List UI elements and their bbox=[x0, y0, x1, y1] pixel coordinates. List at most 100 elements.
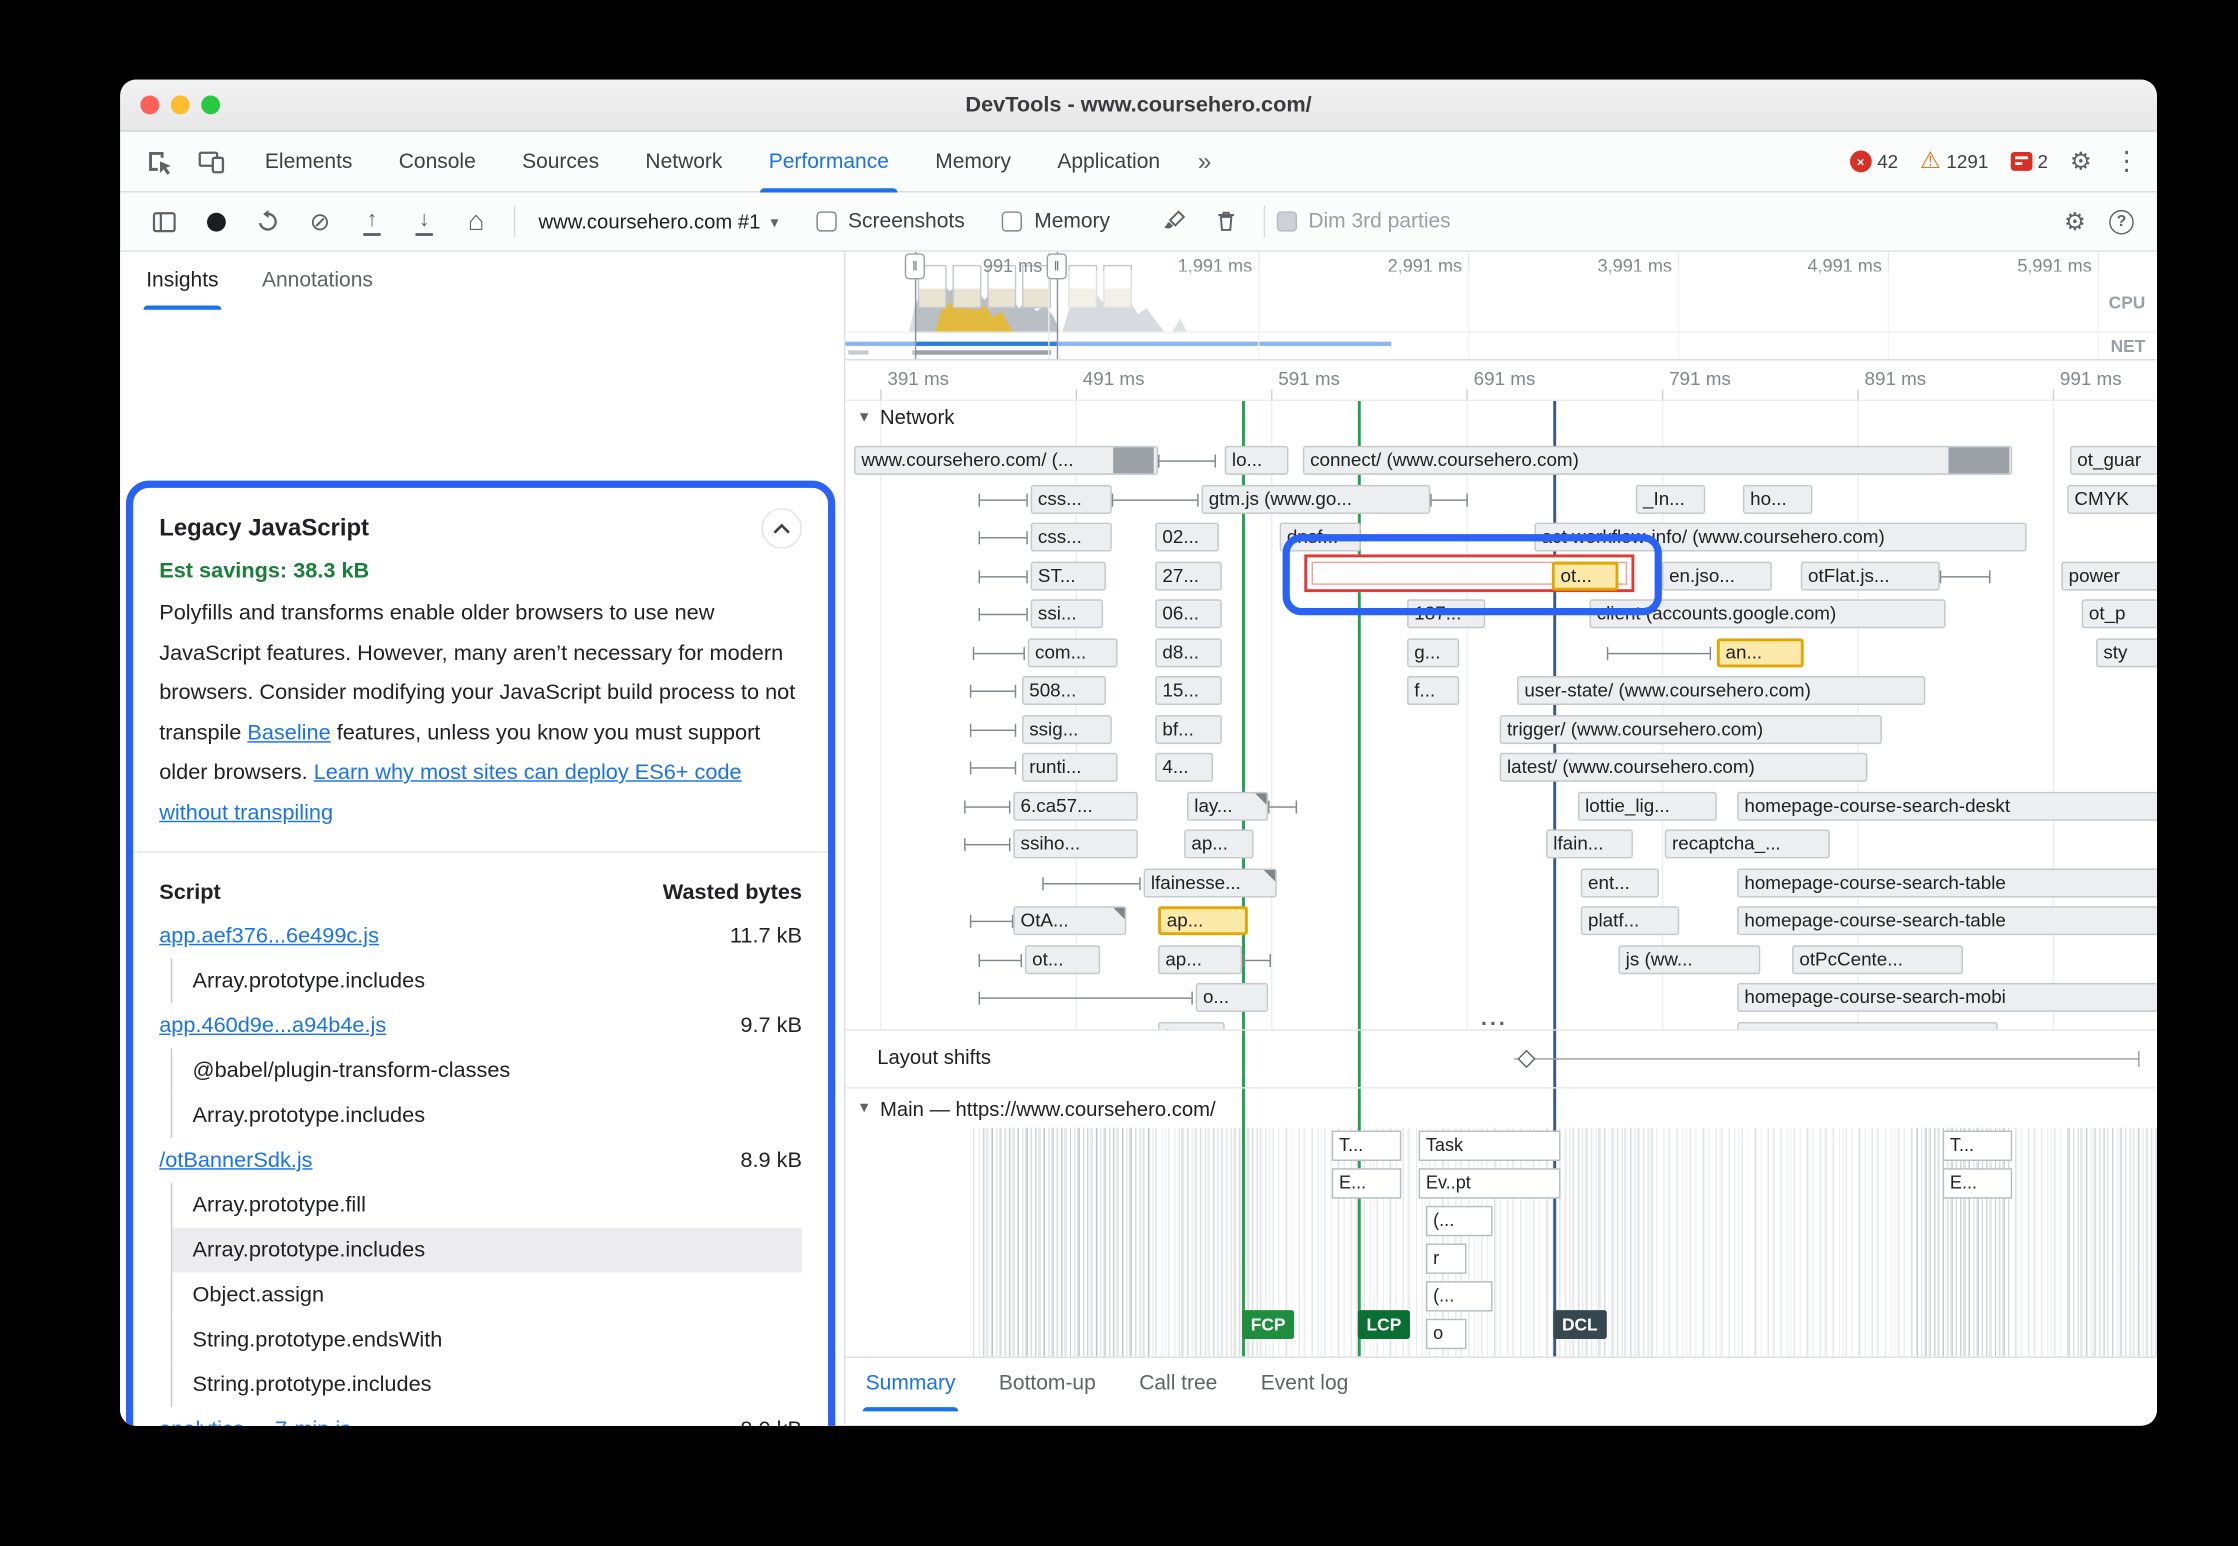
record-button[interactable] bbox=[190, 198, 242, 244]
bottom-tab-event-log[interactable]: Event log bbox=[1261, 1357, 1349, 1411]
network-track-header[interactable]: ▼ Network bbox=[857, 405, 954, 428]
task-block[interactable]: r bbox=[1426, 1243, 1467, 1273]
script-row[interactable]: app.aef376...6e499c.js11.7 kB bbox=[159, 913, 802, 958]
network-request-bar[interactable]: ho... bbox=[1743, 484, 1812, 513]
task-block[interactable]: o bbox=[1426, 1319, 1467, 1349]
network-request-bar[interactable]: ap... bbox=[1158, 906, 1248, 935]
selection-left-handle[interactable]: ‖ bbox=[905, 253, 925, 279]
profile-history-select[interactable]: www.coursehero.com #1 ▾ bbox=[527, 210, 790, 233]
show-more-indicator[interactable]: ... bbox=[1477, 1009, 1512, 1029]
memory-checkbox[interactable] bbox=[1002, 211, 1022, 231]
network-request-bar[interactable]: g... bbox=[1407, 638, 1459, 667]
baseline-link[interactable]: Baseline bbox=[247, 720, 330, 745]
network-request-bar[interactable]: power bbox=[2061, 561, 2157, 590]
network-request-bar[interactable]: dnsf... bbox=[1280, 523, 1361, 552]
collect-garbage-icon[interactable] bbox=[1200, 198, 1252, 244]
network-request-bar[interactable]: lay... bbox=[1187, 791, 1268, 820]
network-request-bar[interactable]: OtA... bbox=[1013, 906, 1126, 935]
network-request-bar[interactable]: platf... bbox=[1581, 906, 1679, 935]
sidebar-tab-annotations[interactable]: Annotations bbox=[262, 252, 373, 310]
task-block[interactable]: (... bbox=[1426, 1281, 1493, 1311]
screenshots-checkbox[interactable] bbox=[816, 211, 836, 231]
network-request-bar[interactable]: an... bbox=[1717, 638, 1804, 667]
tab-console[interactable]: Console bbox=[376, 131, 499, 192]
timeline-overview[interactable]: 991 ms1,991 ms2,991 ms3,991 ms4,991 ms5,… bbox=[845, 252, 2157, 361]
task-block[interactable]: T... bbox=[1943, 1131, 2012, 1161]
network-request-bar[interactable]: 508... bbox=[1022, 676, 1106, 705]
network-request-bar[interactable]: recaptcha_... bbox=[1665, 829, 1830, 858]
close-window-button[interactable] bbox=[140, 96, 159, 115]
tab-sources[interactable]: Sources bbox=[499, 131, 622, 192]
network-request-bar[interactable]: css... bbox=[1031, 523, 1112, 552]
inspect-element-icon[interactable] bbox=[138, 140, 181, 183]
zoom-window-button[interactable] bbox=[201, 96, 220, 115]
network-request-bar[interactable]: 6.ca57... bbox=[1013, 791, 1137, 820]
network-request-bar[interactable]: 27... bbox=[1155, 561, 1222, 590]
sidebar-tab-insights[interactable]: Insights bbox=[146, 252, 218, 310]
warning-badge[interactable]: ⚠ 1291 bbox=[1920, 150, 1988, 173]
network-request-bar[interactable]: trigger/ (www.coursehero.com) bbox=[1500, 714, 1882, 743]
network-request-bar[interactable]: _In... bbox=[1636, 484, 1705, 513]
network-request-bar[interactable]: lo... bbox=[1225, 446, 1289, 475]
main-thread-track-header[interactable]: ▼ Main — https://www.coursehero.com/ bbox=[845, 1089, 2157, 1128]
network-request-bar[interactable]: sty bbox=[2096, 638, 2157, 667]
script-link[interactable]: /otBannerSdk.js bbox=[159, 1148, 312, 1173]
network-request-bar[interactable]: CMYK bbox=[2067, 484, 2157, 513]
toggle-sidebar-icon[interactable] bbox=[138, 198, 190, 244]
network-request-bar[interactable]: latest/ (www.coursehero.com) bbox=[1500, 753, 1868, 782]
network-request-bar[interactable]: ap... bbox=[1184, 829, 1253, 858]
network-request-bar[interactable]: com... bbox=[1028, 638, 1118, 667]
script-link[interactable]: app.460d9e...a94b4e.js bbox=[159, 1013, 386, 1038]
network-request-bar[interactable]: lottie_lig... bbox=[1578, 791, 1717, 820]
network-request-bar[interactable] bbox=[1737, 1021, 1998, 1030]
script-row[interactable]: app.460d9e...a94b4e.js9.7 kB bbox=[159, 1003, 802, 1048]
tab-memory[interactable]: Memory bbox=[912, 131, 1034, 192]
layout-shift-diamond-icon[interactable] bbox=[1517, 1050, 1535, 1068]
network-request-bar[interactable]: 15... bbox=[1155, 676, 1222, 705]
network-request-bar[interactable]: ssig... bbox=[1022, 714, 1112, 743]
network-request-bar[interactable]: f... bbox=[1407, 676, 1459, 705]
network-request-bar[interactable]: 187... bbox=[1407, 599, 1485, 628]
task-block[interactable]: E... bbox=[1332, 1168, 1401, 1198]
tab-elements[interactable]: Elements bbox=[242, 131, 376, 192]
error-badge[interactable]: × 42 bbox=[1850, 151, 1898, 173]
network-request-bar[interactable]: runti... bbox=[1022, 753, 1118, 782]
network-request-bar[interactable]: client (accounts.google.com) bbox=[1589, 599, 1945, 628]
bottom-tab-call-tree[interactable]: Call tree bbox=[1139, 1357, 1217, 1411]
network-request-bar[interactable]: homepage-course-search-deskt bbox=[1737, 791, 2157, 820]
tab-application[interactable]: Application bbox=[1034, 131, 1183, 192]
upload-profile-icon[interactable]: ↑ bbox=[346, 198, 398, 244]
network-request-bar[interactable]: homepage-course-search-table bbox=[1737, 868, 2157, 897]
dim-3rd-parties-checkbox[interactable] bbox=[1277, 211, 1297, 231]
more-tabs-icon[interactable]: » bbox=[1183, 147, 1226, 176]
network-request-bar[interactable]: css... bbox=[1031, 484, 1112, 513]
script-link[interactable]: app.aef376...6e499c.js bbox=[159, 924, 379, 949]
network-request-bar[interactable]: o... bbox=[1196, 983, 1268, 1012]
bottom-tab-summary[interactable]: Summary bbox=[866, 1357, 956, 1411]
bottom-tab-bottom-up[interactable]: Bottom-up bbox=[999, 1357, 1096, 1411]
network-request-bar[interactable]: www.coursehero.com/ (... bbox=[854, 446, 1158, 475]
main-thread-flamechart[interactable]: T...TaskT...E...Ev..ptE...(...r(...oFCPL… bbox=[845, 1128, 2157, 1357]
network-request-bar[interactable]: ssi... bbox=[1031, 599, 1103, 628]
script-row[interactable]: /otBannerSdk.js8.9 kB bbox=[159, 1138, 802, 1183]
network-request-bar[interactable]: lfainesse... bbox=[1144, 868, 1277, 897]
network-request-bar[interactable]: bf... bbox=[1155, 714, 1222, 743]
issues-badge[interactable]: 2 bbox=[2010, 151, 2048, 173]
tab-network[interactable]: Network bbox=[622, 131, 745, 192]
network-request-bar[interactable]: ot... bbox=[1552, 561, 1619, 590]
network-request-bar[interactable]: homepage-course-search-mobi bbox=[1737, 983, 2157, 1012]
network-request-bar[interactable]: ot... bbox=[1025, 945, 1100, 974]
network-request-bar[interactable]: 4... bbox=[1155, 753, 1213, 782]
task-block[interactable]: Ev..pt bbox=[1419, 1168, 1561, 1198]
reload-and-record-button[interactable] bbox=[242, 198, 294, 244]
network-request-bar[interactable]: ent... bbox=[1581, 868, 1659, 897]
task-block[interactable]: (... bbox=[1426, 1206, 1493, 1236]
script-row[interactable]: analytics-....7-min.js8.0 kB bbox=[159, 1407, 802, 1426]
device-toolbar-icon[interactable] bbox=[190, 140, 233, 183]
network-request-bar[interactable]: js (ww... bbox=[1618, 945, 1760, 974]
clear-recording-icon[interactable]: ⊘ bbox=[294, 198, 346, 244]
live-metrics-home-icon[interactable]: ⌂ bbox=[450, 198, 502, 244]
network-request-bar[interactable]: ST... bbox=[1031, 561, 1106, 590]
network-request-bar[interactable]: otFlat.js... bbox=[1801, 561, 1940, 590]
network-request-bar[interactable]: lfain... bbox=[1546, 829, 1633, 858]
